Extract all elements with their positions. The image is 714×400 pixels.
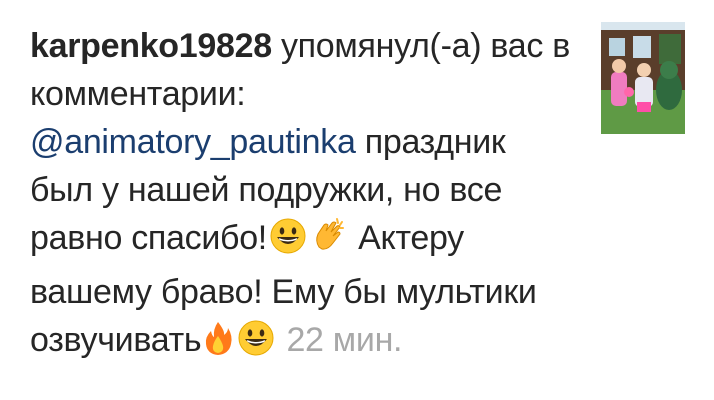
- post-thumbnail[interactable]: [601, 22, 685, 134]
- username-link[interactable]: karpenko19828: [30, 27, 272, 65]
- grinning-face-icon: [269, 217, 307, 268]
- timestamp: 22 мин.: [286, 321, 403, 359]
- mention-link[interactable]: @animatory_pautinka: [30, 123, 356, 161]
- fire-icon: [203, 319, 233, 370]
- clapping-hands-icon: [311, 217, 347, 268]
- grinning-face-icon: [237, 319, 275, 370]
- post-photo-thumbnail-icon: [601, 22, 685, 134]
- notification-item[interactable]: karpenko19828 упомянул(-а) вас в коммент…: [30, 22, 570, 370]
